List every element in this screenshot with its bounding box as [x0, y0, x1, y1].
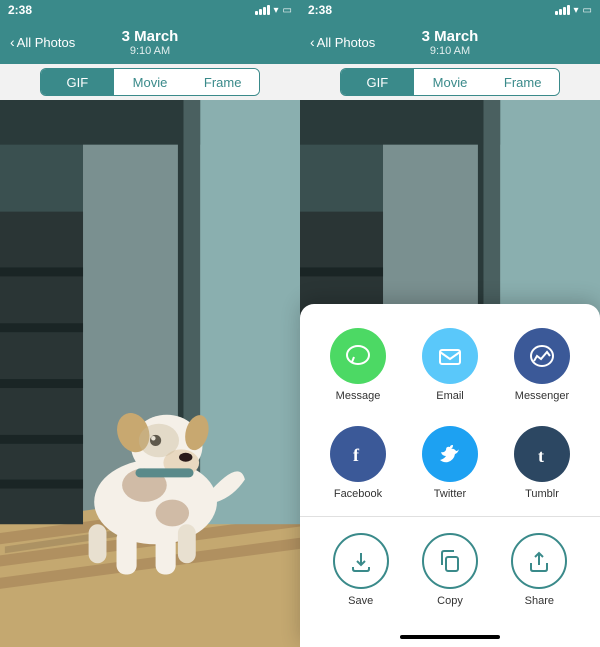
- facebook-label: Facebook: [334, 488, 382, 500]
- right-time: 2:38: [308, 3, 332, 17]
- signal-icon: [255, 5, 270, 15]
- messenger-label: Messenger: [515, 390, 569, 402]
- right-battery-icon: ▭: [583, 5, 592, 16]
- message-label: Message: [336, 390, 381, 402]
- left-nav-title: 3 March 9:10 AM: [122, 28, 179, 57]
- messenger-icon: [514, 328, 570, 384]
- svg-text:t: t: [538, 446, 544, 466]
- share-save[interactable]: Save: [316, 525, 405, 615]
- share-sheet: Message Email Messenger f F: [300, 304, 600, 647]
- save-label: Save: [348, 595, 373, 607]
- left-back-button[interactable]: ‹ All Photos: [10, 34, 75, 50]
- share-icon: [511, 533, 567, 589]
- share-copy[interactable]: Copy: [405, 525, 494, 615]
- copy-icon: [422, 533, 478, 589]
- email-icon: [422, 328, 478, 384]
- left-title-time: 9:10 AM: [122, 45, 179, 57]
- right-status-icons: ▾ ▭: [555, 5, 592, 16]
- right-wifi-icon: ▾: [574, 5, 579, 16]
- share-tumblr[interactable]: t Tumblr: [500, 418, 584, 508]
- share-message[interactable]: Message: [316, 320, 400, 410]
- right-panel: 2:38 ▾ ▭ ‹ All Photos 3 March 9:10 AM GI…: [300, 0, 600, 647]
- svg-text:f: f: [353, 445, 360, 465]
- left-nav-bar: ‹ All Photos 3 March 9:10 AM: [0, 20, 300, 64]
- share-divider: [300, 516, 600, 517]
- share-label: Share: [525, 595, 554, 607]
- right-chevron-icon: ‹: [310, 34, 315, 50]
- left-status-bar: 2:38 ▾ ▭: [0, 0, 300, 20]
- email-label: Email: [436, 390, 464, 402]
- message-icon: [330, 328, 386, 384]
- save-icon: [333, 533, 389, 589]
- left-back-label: All Photos: [17, 35, 76, 50]
- right-status-bar: 2:38 ▾ ▭: [300, 0, 600, 20]
- left-photo-area: [0, 100, 300, 647]
- right-signal-icon: [555, 5, 570, 15]
- left-seg-frame[interactable]: Frame: [186, 69, 259, 95]
- wifi-icon: ▾: [274, 5, 279, 16]
- right-seg-gif[interactable]: GIF: [341, 69, 414, 95]
- twitter-icon: [422, 426, 478, 482]
- home-indicator: [400, 635, 500, 639]
- tumblr-label: Tumblr: [525, 488, 559, 500]
- share-apps-grid: Message Email Messenger f F: [300, 320, 600, 508]
- right-segment-bar: GIF Movie Frame: [300, 64, 600, 100]
- left-chevron-icon: ‹: [10, 34, 15, 50]
- left-status-icons: ▾ ▭: [255, 5, 292, 16]
- left-title-date: 3 March: [122, 28, 179, 45]
- right-seg-movie[interactable]: Movie: [414, 69, 487, 95]
- battery-icon: ▭: [283, 5, 292, 16]
- share-messenger[interactable]: Messenger: [500, 320, 584, 410]
- left-photo-scene: [0, 100, 300, 647]
- right-nav-bar: ‹ All Photos 3 March 9:10 AM: [300, 20, 600, 64]
- share-actions-grid: Save Copy: [300, 525, 600, 631]
- right-nav-title: 3 March 9:10 AM: [422, 28, 479, 57]
- left-seg-gif[interactable]: GIF: [41, 69, 114, 95]
- left-panel: 2:38 ▾ ▭ ‹ All Photos 3 March 9:10 AM GI…: [0, 0, 300, 647]
- right-seg-frame[interactable]: Frame: [486, 69, 559, 95]
- share-email[interactable]: Email: [408, 320, 492, 410]
- left-time: 2:38: [8, 3, 32, 17]
- tumblr-icon: t: [514, 426, 570, 482]
- right-title-date: 3 March: [422, 28, 479, 45]
- share-facebook[interactable]: f Facebook: [316, 418, 400, 508]
- share-share[interactable]: Share: [495, 525, 584, 615]
- right-segment-control: GIF Movie Frame: [340, 68, 560, 96]
- twitter-label: Twitter: [434, 488, 466, 500]
- copy-label: Copy: [437, 595, 463, 607]
- facebook-icon: f: [330, 426, 386, 482]
- right-title-time: 9:10 AM: [422, 45, 479, 57]
- left-seg-movie[interactable]: Movie: [114, 69, 187, 95]
- share-twitter[interactable]: Twitter: [408, 418, 492, 508]
- right-back-button[interactable]: ‹ All Photos: [310, 34, 375, 50]
- left-segment-control: GIF Movie Frame: [40, 68, 260, 96]
- left-segment-bar: GIF Movie Frame: [0, 64, 300, 100]
- right-back-label: All Photos: [317, 35, 376, 50]
